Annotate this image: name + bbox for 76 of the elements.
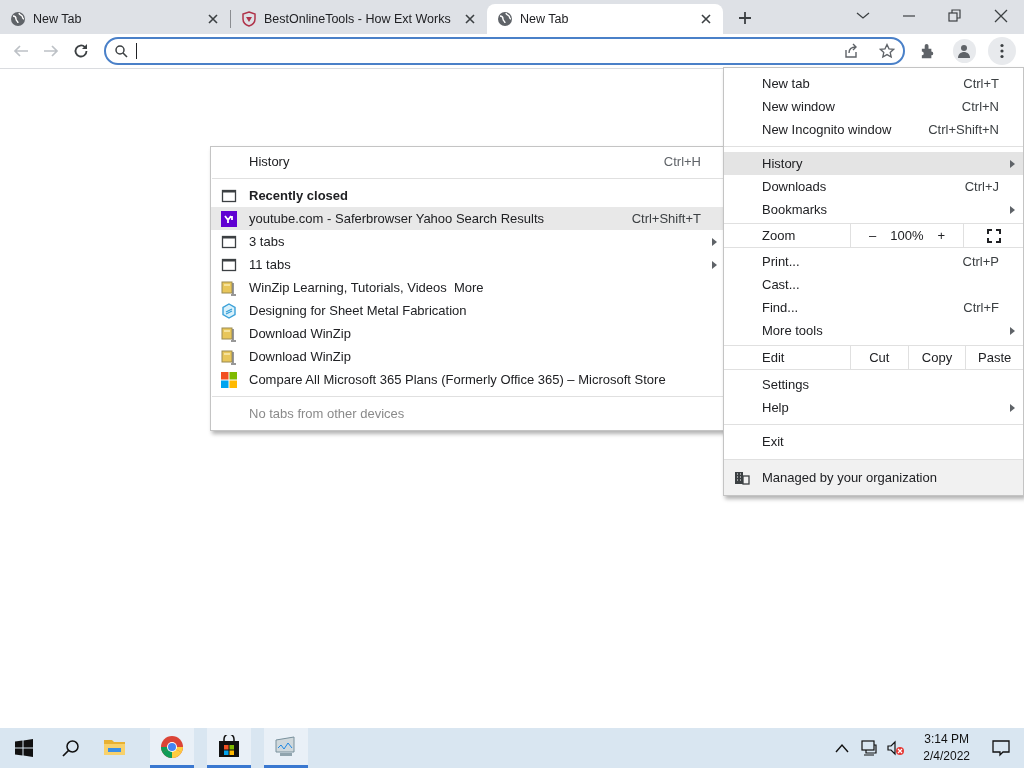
archive-icon: [221, 279, 237, 296]
close-icon[interactable]: [699, 12, 713, 26]
menu-item[interactable]: New tab Ctrl+T: [724, 72, 1023, 95]
zoom-out-button[interactable]: –: [865, 225, 881, 246]
menu-label: Zoom: [761, 226, 797, 245]
menu-item[interactable]: Settings: [724, 373, 1023, 396]
search-icon: [114, 44, 128, 58]
menu-item[interactable]: WinZip Learning, Tutorials, Videos More: [211, 276, 725, 299]
search-icon[interactable]: [62, 739, 80, 757]
reload-icon[interactable]: [72, 42, 90, 60]
network-icon[interactable]: [861, 740, 880, 756]
menu-item[interactable]: Designing for Sheet Metal Fabrication: [211, 299, 725, 322]
new-tab-icon[interactable]: [737, 10, 753, 26]
notification-icon[interactable]: [992, 739, 1010, 757]
shield-icon: [241, 11, 257, 27]
volume-muted-icon[interactable]: [887, 740, 906, 756]
profile-icon[interactable]: [956, 43, 973, 59]
menu-item[interactable]: Find... Ctrl+F: [724, 296, 1023, 319]
chevron-up-icon[interactable]: [835, 743, 850, 753]
share-icon[interactable]: [842, 43, 859, 59]
menu-item[interactable]: Print... Ctrl+P: [724, 250, 1023, 273]
menu-item[interactable]: New window Ctrl+N: [724, 95, 1023, 118]
yahoo-icon: [221, 210, 237, 227]
menu-label: Edit: [761, 348, 786, 367]
globe-icon: [497, 11, 513, 27]
chrome-icon[interactable]: [160, 734, 184, 759]
section-heading: Recently closed: [249, 186, 348, 205]
clock-time[interactable]: 3:14 PM: [924, 731, 969, 748]
window-icon: [221, 187, 237, 204]
browser-tab[interactable]: New Tab: [487, 4, 723, 34]
window-icon: [221, 233, 237, 250]
windows-start-icon[interactable]: [15, 739, 33, 757]
restore-icon[interactable]: [947, 8, 963, 24]
windows-logo-icon: [221, 371, 237, 388]
menu-item[interactable]: 3 tabs: [211, 230, 725, 253]
menu-item[interactable]: New Incognito window Ctrl+Shift+N: [724, 118, 1023, 141]
menu-item[interactable]: 11 tabs: [211, 253, 725, 276]
close-icon[interactable]: [993, 8, 1009, 24]
building-icon: [734, 470, 750, 485]
tab-title: New Tab: [520, 10, 570, 28]
tab-title: BestOnlineTools - How Ext Works: [264, 10, 452, 28]
menu-item[interactable]: Downloads Ctrl+J: [724, 175, 1023, 198]
archive-icon: [221, 348, 237, 365]
zoom-in-button[interactable]: +: [933, 225, 949, 246]
menu-button[interactable]: Cut: [850, 346, 908, 369]
close-icon[interactable]: [463, 12, 477, 26]
close-icon[interactable]: [206, 12, 220, 26]
menu-item: No tabs from other devices: [248, 405, 406, 424]
menu-item[interactable]: Exit: [724, 430, 1023, 453]
menu-item[interactable]: Help: [724, 396, 1023, 419]
clock-date[interactable]: 2/4/2022: [923, 748, 970, 765]
text-cursor: [136, 43, 137, 59]
menu-item[interactable]: youtube.com - Saferbrowser Yahoo Search Results Ctrl+Shift+T: [211, 207, 725, 230]
menu-item[interactable]: History Ctrl+H: [211, 151, 725, 173]
menu-item[interactable]: More tools: [724, 319, 1023, 342]
menu-item[interactable]: Managed by your organization: [724, 459, 1023, 495]
window-icon: [221, 256, 237, 273]
menu-button[interactable]: Copy: [907, 346, 966, 369]
address-bar[interactable]: [104, 37, 905, 65]
menu-item[interactable]: History: [724, 152, 1023, 175]
fullscreen-icon[interactable]: [986, 228, 1001, 243]
hexagon-icon: [221, 302, 237, 319]
menu-item[interactable]: Bookmarks: [724, 198, 1023, 221]
globe-icon: [10, 11, 26, 27]
menu-item[interactable]: Download WinZip: [211, 322, 725, 345]
star-icon[interactable]: [878, 43, 895, 59]
more-menu-icon[interactable]: [1000, 43, 1005, 59]
menu-button[interactable]: Paste: [965, 346, 1023, 369]
menu-item[interactable]: Compare All Microsoft 365 Plans (Formerly Office 365) – Microsoft Store: [211, 368, 725, 391]
archive-icon: [221, 325, 237, 342]
tab-title: New Tab: [33, 10, 83, 28]
menu-item[interactable]: Download WinZip: [211, 345, 725, 368]
shopping-bag-icon[interactable]: [217, 734, 241, 759]
menu-item[interactable]: Cast...: [724, 273, 1023, 296]
zoom-level: 100%: [890, 226, 924, 245]
monitor-icon[interactable]: [274, 734, 298, 759]
